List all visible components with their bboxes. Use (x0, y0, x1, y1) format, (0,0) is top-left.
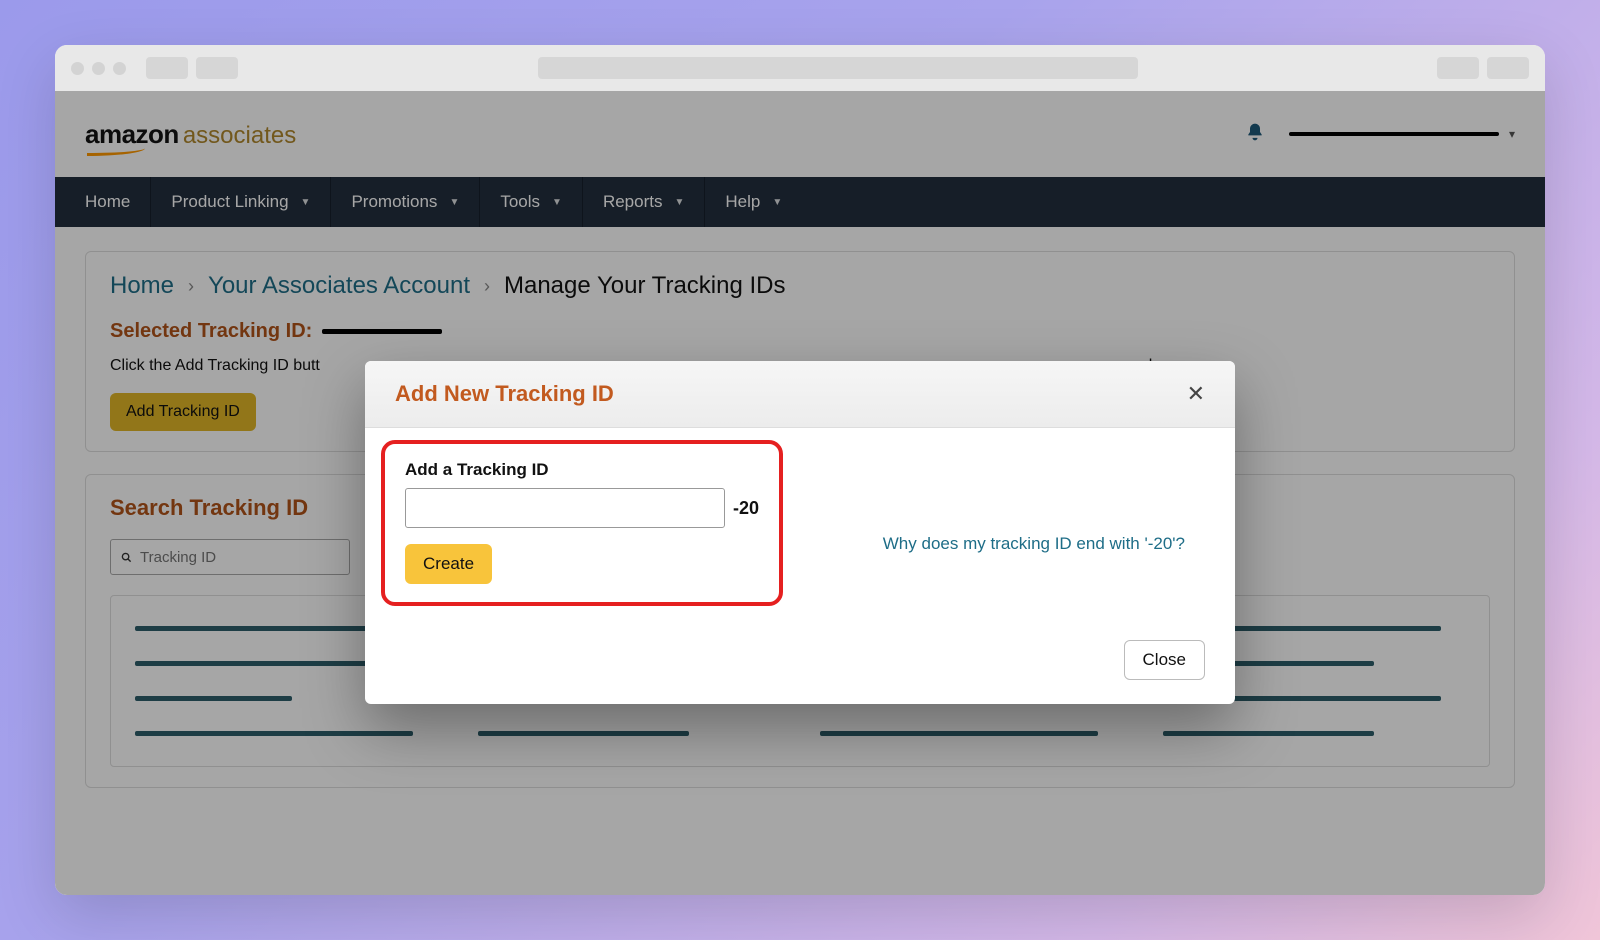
browser-titlebar (55, 45, 1545, 91)
create-button[interactable]: Create (405, 544, 492, 584)
modal-body: Add a Tracking ID -20 Create Why does my… (365, 428, 1235, 640)
tracking-id-field-label: Add a Tracking ID (405, 460, 759, 480)
modal-header: Add New Tracking ID ✕ (365, 361, 1235, 428)
highlighted-form-area: Add a Tracking ID -20 Create (381, 440, 783, 606)
close-window-icon[interactable] (71, 62, 84, 75)
browser-action-placeholder (1437, 57, 1479, 79)
address-bar-placeholder[interactable] (538, 57, 1138, 79)
nav-back-placeholder (146, 57, 188, 79)
close-icon: ✕ (1187, 381, 1205, 406)
maximize-window-icon[interactable] (113, 62, 126, 75)
tracking-id-suffix: -20 (733, 498, 759, 519)
tracking-id-field-row: -20 (405, 488, 759, 528)
minimize-window-icon[interactable] (92, 62, 105, 75)
browser-action-placeholder (1487, 57, 1529, 79)
window-controls (71, 62, 126, 75)
tracking-id-input[interactable] (405, 488, 725, 528)
tracking-suffix-help-link[interactable]: Why does my tracking ID end with '-20'? (883, 534, 1185, 554)
app-body: amazon associates ▾ Home Product Linking… (55, 91, 1545, 895)
close-button[interactable]: Close (1124, 640, 1205, 680)
modal-close-x-button[interactable]: ✕ (1187, 381, 1205, 407)
add-tracking-id-modal: Add New Tracking ID ✕ Add a Tracking ID … (365, 361, 1235, 704)
nav-forward-placeholder (196, 57, 238, 79)
browser-window: amazon associates ▾ Home Product Linking… (55, 45, 1545, 895)
modal-title: Add New Tracking ID (395, 381, 614, 407)
modal-footer: Close (365, 640, 1235, 704)
